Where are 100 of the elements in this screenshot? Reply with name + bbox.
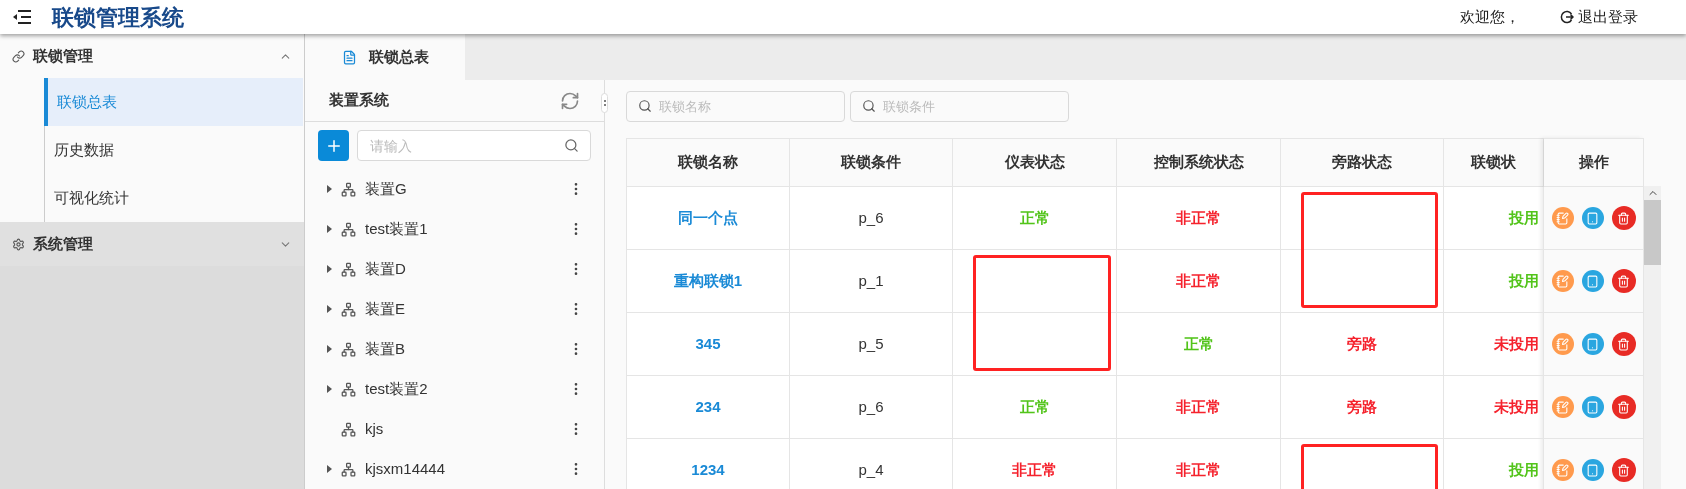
app-title: 联锁管理系统 <box>52 3 184 32</box>
column-header: 联锁名称 <box>627 139 790 187</box>
edit-icon <box>1556 211 1569 225</box>
table-cell: 旁路 <box>1281 376 1444 439</box>
expand-caret-icon <box>327 465 332 473</box>
delete-icon <box>1617 211 1630 225</box>
column-header: 控制系统状态 <box>1117 139 1281 187</box>
edit-icon <box>1556 463 1569 477</box>
hierarchy-icon <box>341 301 356 317</box>
scrollbar-thumb[interactable] <box>1644 200 1661 265</box>
delete-icon <box>1617 274 1630 288</box>
table-cell: p_6 <box>790 187 953 250</box>
document-icon <box>1586 337 1599 351</box>
document-icon <box>1586 400 1599 414</box>
search-icon <box>638 99 652 113</box>
link-icon <box>12 49 25 63</box>
detail-button[interactable] <box>1581 396 1604 418</box>
expand-caret-icon <box>327 265 332 273</box>
delete-button[interactable] <box>1611 269 1636 293</box>
document-icon <box>1586 211 1599 225</box>
hierarchy-icon <box>341 381 356 397</box>
hierarchy-icon <box>341 221 356 237</box>
detail-button[interactable] <box>1581 459 1604 481</box>
detail-button[interactable] <box>1581 333 1604 355</box>
edit-icon <box>1556 274 1569 288</box>
column-header: 联锁条件 <box>790 139 953 187</box>
tab[interactable]: 联锁总表 <box>305 34 465 80</box>
table-cell: 非正常 <box>1117 376 1281 439</box>
table-cell[interactable]: 345 <box>627 313 790 376</box>
column-header: 旁路状态 <box>1281 139 1444 187</box>
table-cell: p_5 <box>790 313 953 376</box>
search-icon <box>564 138 579 153</box>
filter-field[interactable]: 联锁名称 <box>626 91 845 122</box>
delete-icon <box>1617 337 1630 351</box>
document-icon <box>1586 274 1599 288</box>
panel-title: 装置系统 <box>329 90 389 111</box>
delete-button[interactable] <box>1611 206 1636 230</box>
delete-icon <box>1617 400 1630 414</box>
edit-button[interactable] <box>1551 396 1574 418</box>
scrollbar[interactable] <box>1644 186 1661 489</box>
expand-caret-icon <box>327 385 332 393</box>
delete-button[interactable] <box>1611 332 1636 356</box>
refresh-icon[interactable] <box>560 90 580 111</box>
expand-caret-icon <box>327 225 332 233</box>
tree-item[interactable]: kjs <box>305 409 604 449</box>
settings-icon <box>12 237 25 251</box>
table-cell: 非正常 <box>953 439 1117 489</box>
column-header: 操作 <box>1544 139 1643 187</box>
hierarchy-icon <box>341 461 356 477</box>
table-cell: 正常 <box>1117 313 1281 376</box>
delete-button[interactable] <box>1611 458 1636 482</box>
table-cell: 正常 <box>953 376 1117 439</box>
table-cell[interactable]: 234 <box>627 376 790 439</box>
table-cell[interactable]: 重构联锁1 <box>627 250 790 313</box>
expand-caret-icon <box>327 305 332 313</box>
tree-item[interactable]: test装置2 <box>305 369 604 409</box>
tree-item[interactable]: test装置1 <box>305 209 604 249</box>
tree-item[interactable]: 装置D <box>305 249 604 289</box>
expand-caret-icon <box>327 185 332 193</box>
expand-caret-icon <box>327 345 332 353</box>
hierarchy-icon <box>341 261 356 277</box>
filter-field[interactable]: 联锁条件 <box>850 91 1069 122</box>
table-cell[interactable]: 1234 <box>627 439 790 489</box>
search-icon <box>862 99 876 113</box>
menu-group[interactable]: 系统管理 <box>0 222 304 266</box>
logout-icon <box>1560 10 1574 24</box>
delete-button[interactable] <box>1611 395 1636 419</box>
column-header: 仪表状态 <box>953 139 1117 187</box>
splitter-handle[interactable] <box>601 93 608 113</box>
menu-icon[interactable] <box>12 9 32 25</box>
hierarchy-icon <box>341 181 356 197</box>
tree-item[interactable]: 装置G <box>305 169 604 209</box>
menu-item[interactable]: 历史数据 <box>45 126 304 174</box>
logout-button[interactable]: 退出登录 <box>1560 5 1638 29</box>
detail-button[interactable] <box>1581 270 1604 292</box>
table-cell: 非正常 <box>1117 187 1281 250</box>
edit-icon <box>1556 400 1569 414</box>
tree-item[interactable]: 装置B <box>305 329 604 369</box>
add-button[interactable] <box>318 130 349 161</box>
delete-icon <box>1617 463 1630 477</box>
hierarchy-icon <box>341 341 356 357</box>
edit-button[interactable] <box>1551 270 1574 292</box>
edit-button[interactable] <box>1551 459 1574 481</box>
document-icon <box>1586 463 1599 477</box>
table-cell: 旁路 <box>1281 313 1444 376</box>
table-cell: p_1 <box>790 250 953 313</box>
detail-button[interactable] <box>1581 207 1604 229</box>
edit-button[interactable] <box>1551 207 1574 229</box>
search-field[interactable]: 请输入 <box>357 130 591 161</box>
welcome-text: 欢迎您， <box>1460 6 1520 27</box>
table-cell[interactable]: 同一个点 <box>627 187 790 250</box>
menu-item[interactable]: 可视化统计 <box>45 174 304 222</box>
edit-button[interactable] <box>1551 333 1574 355</box>
tree-item[interactable]: 装置E <box>305 289 604 329</box>
table-cell: p_6 <box>790 376 953 439</box>
tree-item[interactable]: kjsxm14444 <box>305 449 604 489</box>
edit-icon <box>1556 337 1569 351</box>
document-icon <box>341 49 357 65</box>
table-cell: 非正常 <box>1117 439 1281 489</box>
menu-group[interactable]: 联锁管理 <box>0 34 304 78</box>
